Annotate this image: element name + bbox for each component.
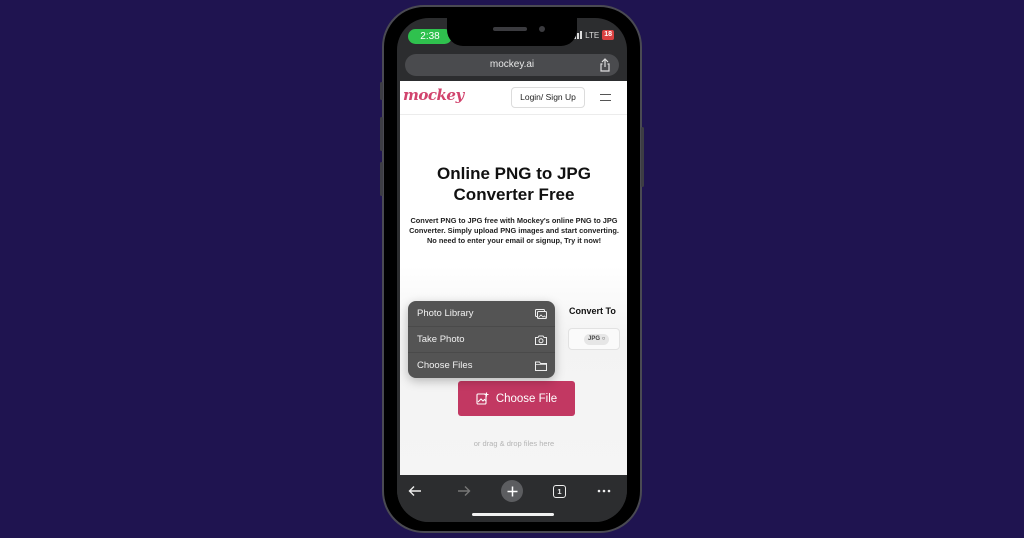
share-icon[interactable]: [599, 58, 611, 72]
login-signup-button[interactable]: Login/ Sign Up: [511, 87, 585, 108]
folder-icon: [535, 361, 547, 371]
back-button[interactable]: [404, 480, 426, 502]
menu-item-photo-library[interactable]: Photo Library: [408, 301, 555, 327]
new-tab-button[interactable]: [501, 480, 523, 502]
power-button: [641, 127, 644, 187]
url-text: mockey.ai: [489, 59, 535, 70]
volume-down-button: [380, 162, 383, 196]
phone-frame: 2:38 LTE 18 mockey.ai mockey Login/ Sign…: [380, 5, 644, 533]
add-image-icon: [476, 392, 489, 405]
menu-item-take-photo[interactable]: Take Photo: [408, 327, 555, 353]
page-title-line2: Converter Free: [453, 185, 575, 204]
status-time: 2:38: [408, 29, 452, 44]
page-description: Convert PNG to JPG free with Mockey's on…: [409, 216, 619, 245]
phone-screen: 2:38 LTE 18 mockey.ai mockey Login/ Sign…: [397, 18, 627, 522]
volume-up-button: [380, 117, 383, 151]
file-picker-menu: Photo Library Take Photo Choose Files: [408, 301, 555, 378]
menu-item-choose-files[interactable]: Choose Files: [408, 353, 555, 378]
forward-button[interactable]: [453, 480, 475, 502]
network-type: LTE: [585, 30, 600, 40]
page-title-line1: Online PNG to JPG: [437, 164, 591, 183]
more-button[interactable]: [593, 480, 615, 502]
toggle-icon: ○: [601, 336, 606, 342]
home-indicator[interactable]: [472, 513, 554, 516]
arrow-left-icon: [408, 486, 421, 496]
choose-file-button[interactable]: Choose File: [458, 381, 575, 416]
more-icon: [597, 489, 611, 493]
plus-icon: [507, 486, 517, 496]
web-page: mockey Login/ Sign Up Online PNG to JPG …: [400, 81, 627, 475]
url-bar[interactable]: mockey.ai: [405, 54, 619, 76]
site-header: mockey Login/ Sign Up: [400, 81, 627, 115]
side-button: [380, 82, 383, 100]
drop-hint: or drag & drop files here: [473, 439, 555, 448]
format-select[interactable]: JPG ○: [568, 328, 620, 350]
mockey-logo[interactable]: mockey: [403, 86, 464, 104]
tabs-button[interactable]: 1: [553, 485, 566, 498]
arrow-right-icon: [458, 486, 471, 496]
hamburger-menu-icon[interactable]: [600, 94, 611, 101]
format-selected: JPG ○: [584, 334, 610, 345]
front-camera: [539, 26, 545, 32]
notch: [447, 18, 577, 46]
camera-icon: [535, 335, 547, 345]
page-title: Online PNG to JPG Converter Free: [400, 163, 627, 205]
convert-to-label: Convert To: [569, 306, 616, 316]
photo-library-icon: [535, 309, 547, 319]
speaker: [493, 27, 527, 31]
status-indicators: LTE 18: [571, 30, 614, 40]
choose-file-label: Choose File: [495, 392, 558, 405]
battery-icon: 18: [602, 30, 614, 40]
